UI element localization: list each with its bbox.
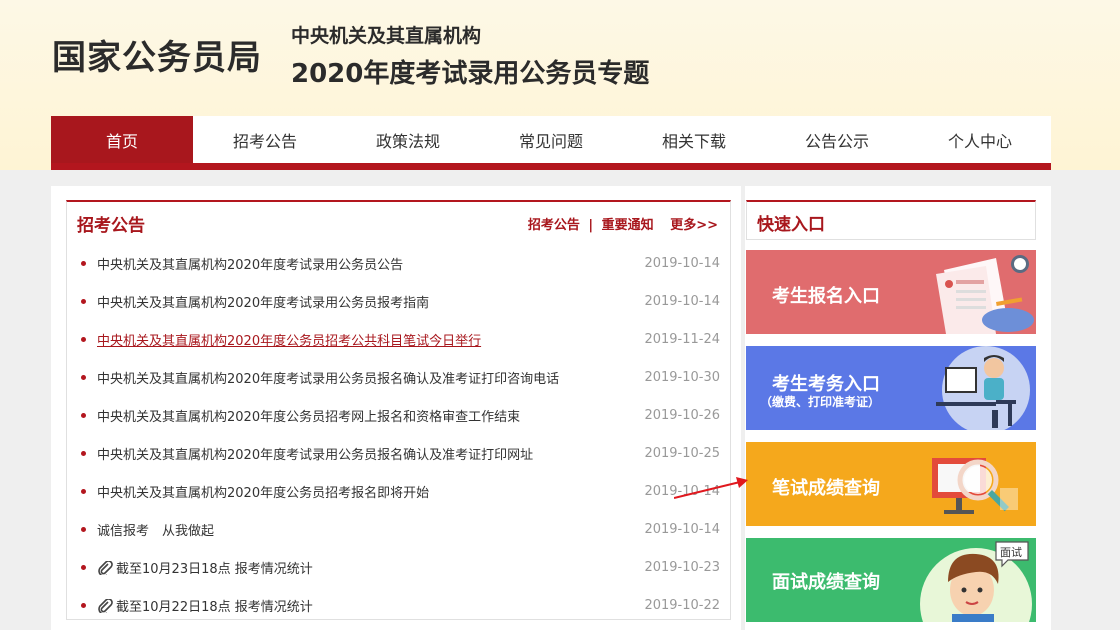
announcements-panel: 招考公告 招考公告 | 重要通知 更多>> 中央机关及其直属机构2020年度考试… [51, 186, 741, 630]
bullet-icon [81, 603, 86, 608]
list-item[interactable]: 中央机关及其直属机构2020年度公务员招考网上报名和资格审查工作结束 2019-1… [67, 396, 730, 434]
news-date: 2019-10-14 [644, 293, 720, 309]
link-announcements[interactable]: 招考公告 [528, 218, 580, 233]
score-board-icon [932, 458, 1018, 514]
news-date: 2019-10-26 [644, 407, 720, 423]
news-title-text: 截至10月23日18点 报考情况统计 [116, 561, 313, 577]
news-date: 2019-10-22 [644, 597, 720, 613]
list-item[interactable]: 截至10月22日18点 报考情况统计 2019-10-22 [67, 586, 730, 624]
link-important-notices[interactable]: 重要通知 [602, 218, 654, 233]
list-item[interactable]: 中央机关及其直属机构2020年度考试录用公务员报考指南 2019-10-14 [67, 282, 730, 320]
card-label: 面试成绩查询 [772, 572, 880, 593]
quick-access-panel: 快速入口 考生报名入口 考生考务入口 （缴费、打印准考证） 笔试成绩查询 面试成… [745, 186, 1051, 630]
bullet-icon [81, 489, 86, 494]
nav-item-home[interactable]: 首页 [51, 116, 193, 163]
announcements-box: 招考公告 招考公告 | 重要通知 更多>> 中央机关及其直属机构2020年度考试… [66, 200, 731, 620]
interviewee-avatar-icon: 面试 [920, 541, 1032, 622]
list-item[interactable]: 中央机关及其直属机构2020年度考试录用公务员公告 2019-10-14 [67, 244, 730, 282]
news-title-link[interactable]: 中央机关及其直属机构2020年度考试录用公务员报名确认及准考证打印咨询电话 [97, 368, 559, 387]
list-item[interactable]: 中央机关及其直属机构2020年度考试录用公务员报名确认及准考证打印网址 2019-… [67, 434, 730, 472]
site-name[interactable]: 国家公务员局 [52, 30, 262, 79]
quick-access-header: 快速入口 [746, 200, 1036, 240]
news-title-link[interactable]: 截至10月23日18点 报考情况统计 [97, 558, 313, 577]
nav-item-policies[interactable]: 政策法规 [337, 116, 479, 163]
paperclip-icon [98, 598, 113, 613]
card-sublabel: （缴费、打印准考证） [760, 395, 881, 409]
registration-form-icon [936, 255, 1034, 334]
nav-item-downloads[interactable]: 相关下载 [623, 116, 765, 163]
card-label: 笔试成绩查询 [772, 478, 880, 499]
exam-affairs-entry-button[interactable]: 考生考务入口 （缴费、打印准考证） [746, 346, 1036, 430]
announcements-list: 中央机关及其直属机构2020年度考试录用公务员公告 2019-10-14 中央机关… [67, 244, 730, 624]
main-nav: 首页 招考公告 政策法规 常见问题 相关下载 公告公示 个人中心 [51, 116, 1051, 170]
nav-item-announcements[interactable]: 招考公告 [194, 116, 336, 163]
news-date: 2019-11-24 [644, 331, 720, 347]
list-item[interactable]: 中央机关及其直属机构2020年度公务员招考公共科目笔试今日举行 2019-11-2… [67, 320, 730, 358]
bullet-icon [81, 375, 86, 380]
interview-score-query-button[interactable]: 面试成绩查询 面试 [746, 538, 1036, 622]
news-title-link[interactable]: 中央机关及其直属机构2020年度公务员招考网上报名和资格审查工作结束 [97, 406, 520, 425]
speech-bubble-text: 面试 [1000, 546, 1022, 559]
nav-item-personal-center[interactable]: 个人中心 [909, 116, 1051, 163]
list-item[interactable]: 诚信报考 从我做起 2019-10-14 [67, 510, 730, 548]
red-arrow-annotation [674, 477, 748, 499]
news-date: 2019-10-23 [644, 559, 720, 575]
bullet-icon [81, 527, 86, 532]
news-title-link[interactable]: 中央机关及其直属机构2020年度公务员招考公共科目笔试今日举行 [97, 330, 481, 349]
bullet-icon [81, 261, 86, 266]
registration-entry-button[interactable]: 考生报名入口 [746, 250, 1036, 334]
card-label: 考生报名入口 [772, 286, 880, 307]
news-title-link[interactable]: 截至10月22日18点 报考情况统计 [97, 596, 313, 615]
bullet-icon [81, 337, 86, 342]
news-title-link[interactable]: 中央机关及其直属机构2020年度考试录用公务员报名确认及准考证打印网址 [97, 444, 533, 463]
news-title-link[interactable]: 中央机关及其直属机构2020年度考试录用公务员报考指南 [97, 292, 429, 311]
list-item[interactable]: 中央机关及其直属机构2020年度考试录用公务员报名确认及准考证打印咨询电话 201… [67, 358, 730, 396]
news-title-link[interactable]: 中央机关及其直属机构2020年度公务员招考报名即将开始 [97, 482, 429, 501]
student-at-desk-icon [936, 346, 1030, 430]
more-link[interactable]: 更多>> [670, 218, 718, 233]
bullet-icon [81, 451, 86, 456]
news-title-link[interactable]: 诚信报考 从我做起 [97, 520, 214, 539]
announcements-links: 招考公告 | 重要通知 更多>> [528, 214, 718, 233]
link-separator: | [588, 218, 594, 233]
quick-access-title: 快速入口 [757, 215, 825, 235]
nav-item-faq[interactable]: 常见问题 [480, 116, 622, 163]
announcements-title: 招考公告 [77, 216, 145, 236]
news-date: 2019-10-14 [644, 521, 720, 537]
header-subtitle-1: 中央机关及其直属机构 [291, 25, 482, 47]
nav-item-notices[interactable]: 公告公示 [766, 116, 908, 163]
list-item[interactable]: 中央机关及其直属机构2020年度公务员招考报名即将开始 2019-10-14 [67, 472, 730, 510]
news-date: 2019-10-25 [644, 445, 720, 461]
written-score-query-button[interactable]: 笔试成绩查询 [746, 442, 1036, 526]
news-title-link[interactable]: 中央机关及其直属机构2020年度考试录用公务员公告 [97, 254, 403, 273]
paperclip-icon [98, 560, 113, 575]
news-title-text: 截至10月22日18点 报考情况统计 [116, 599, 313, 615]
news-date: 2019-10-14 [644, 255, 720, 271]
list-item[interactable]: 截至10月23日18点 报考情况统计 2019-10-23 [67, 548, 730, 586]
bullet-icon [81, 413, 86, 418]
bullet-icon [81, 299, 86, 304]
header-subtitle-2: 2020年度考试录用公务员专题 [291, 59, 650, 89]
bullet-icon [81, 565, 86, 570]
news-date: 2019-10-30 [644, 369, 720, 385]
